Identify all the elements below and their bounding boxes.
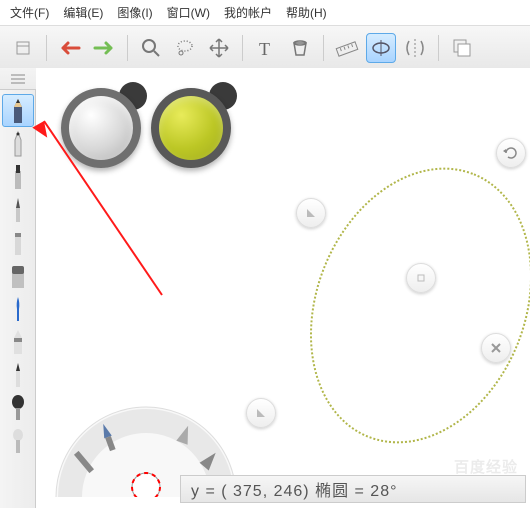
marker-tool[interactable] xyxy=(2,160,34,193)
detail-brush-icon xyxy=(11,361,25,389)
separator xyxy=(242,35,243,61)
lasso-icon xyxy=(174,37,196,59)
separator xyxy=(323,35,324,61)
marker-icon xyxy=(10,163,26,191)
bucket-icon xyxy=(289,37,311,59)
ellipse-path xyxy=(270,134,530,477)
color-puck[interactable] xyxy=(151,88,231,168)
flat-brush-tool[interactable] xyxy=(2,259,34,292)
magnifier-icon xyxy=(140,37,162,59)
bucket-button[interactable] xyxy=(285,33,315,63)
sidebar-toggle[interactable] xyxy=(0,68,36,90)
statusbar: y = ( 375, 246) 椭圆 = 28° xyxy=(180,475,526,503)
fine-brush-icon xyxy=(11,295,25,323)
ellipse-guide-button[interactable] xyxy=(366,33,396,63)
flat-brush-icon xyxy=(8,262,28,290)
ellipse-guide[interactable] xyxy=(270,134,530,477)
undo-icon xyxy=(57,40,83,56)
redo-button[interactable] xyxy=(89,33,119,63)
separator xyxy=(438,35,439,61)
menu-help[interactable]: 帮助(H) xyxy=(286,4,327,21)
separator xyxy=(127,35,128,61)
resize-handle-1[interactable] xyxy=(296,198,326,228)
move-icon xyxy=(208,37,230,59)
pen-tool[interactable] xyxy=(2,127,34,160)
pen-icon xyxy=(10,130,26,158)
text-button[interactable]: T xyxy=(251,33,281,63)
layers-icon xyxy=(451,37,473,59)
rotate-icon xyxy=(503,145,519,161)
menu-file[interactable]: 文件(F) xyxy=(10,4,49,21)
zoom-button[interactable] xyxy=(136,33,166,63)
puck-ring xyxy=(151,88,231,168)
color-ring-icon[interactable] xyxy=(132,473,160,497)
text-icon: T xyxy=(255,37,277,59)
round-brush-tool[interactable] xyxy=(2,391,34,424)
square-icon xyxy=(416,273,426,283)
close-handle[interactable] xyxy=(481,333,511,363)
menu-edit[interactable]: 编辑(E) xyxy=(63,4,103,21)
undo-button[interactable] xyxy=(55,33,85,63)
center-handle[interactable] xyxy=(406,263,436,293)
fine-brush-tool[interactable] xyxy=(2,292,34,325)
menu-window[interactable]: 窗口(W) xyxy=(167,4,210,21)
triangle-icon xyxy=(305,207,317,219)
puck-ring xyxy=(61,88,141,168)
airbrush-icon xyxy=(9,328,27,356)
soft-brush-tool[interactable] xyxy=(2,424,34,457)
brush-toolbar xyxy=(0,90,36,508)
svg-text:T: T xyxy=(259,39,270,59)
soft-brush-icon xyxy=(10,427,26,455)
resize-handle-2[interactable] xyxy=(246,398,276,428)
canvas[interactable]: 百度经验 xyxy=(36,68,530,507)
separator xyxy=(46,35,47,61)
symmetry-button[interactable] xyxy=(400,33,430,63)
pencil-tool[interactable] xyxy=(2,94,34,127)
brush-icon xyxy=(10,196,26,224)
rotate-handle[interactable] xyxy=(496,138,526,168)
detail-brush-tool[interactable] xyxy=(2,358,34,391)
chisel-tool[interactable] xyxy=(2,226,34,259)
ruler-button[interactable] xyxy=(332,33,362,63)
ruler-icon xyxy=(335,37,359,59)
airbrush-tool[interactable] xyxy=(2,325,34,358)
close-icon xyxy=(490,342,502,354)
layers-button[interactable] xyxy=(447,33,477,63)
collapse-toggle[interactable] xyxy=(8,33,38,63)
status-text: y = ( 375, 246) 椭圆 = 28° xyxy=(191,477,398,501)
triangle-icon xyxy=(255,407,267,419)
lasso-button[interactable] xyxy=(170,33,200,63)
redo-icon xyxy=(91,40,117,56)
move-button[interactable] xyxy=(204,33,234,63)
chisel-icon xyxy=(10,229,26,257)
top-toolbar: T xyxy=(0,26,530,70)
ellipse-icon xyxy=(370,37,392,59)
menu-account[interactable]: 我的帐户 xyxy=(224,4,272,21)
round-brush-icon xyxy=(9,394,27,422)
symmetry-icon xyxy=(403,37,427,59)
brush-size-puck[interactable] xyxy=(61,88,141,168)
menubar: 文件(F) 编辑(E) 图像(I) 窗口(W) 我的帐户 帮助(H) xyxy=(0,0,530,26)
brush-tool-1[interactable] xyxy=(2,193,34,226)
watermark: 百度经验 xyxy=(454,456,518,477)
menu-image[interactable]: 图像(I) xyxy=(117,4,152,21)
pencil-icon xyxy=(8,97,28,125)
